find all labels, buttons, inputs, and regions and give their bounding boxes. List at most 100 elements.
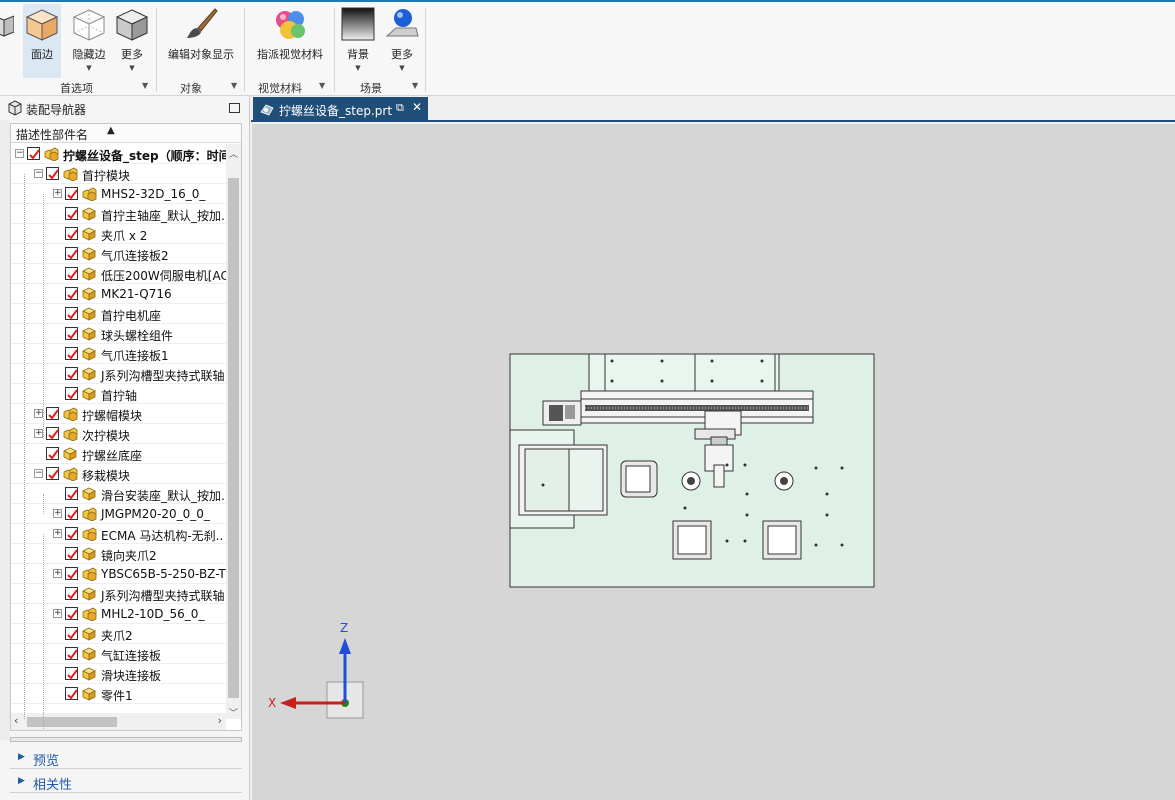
partial-left-button[interactable] — [0, 4, 15, 78]
assign-visual-material-button[interactable]: 指派视觉材料 — [252, 4, 328, 78]
group-label-preferences: 首选项 — [60, 82, 93, 95]
dropdown-arrow-icon[interactable]: ▼ — [340, 64, 376, 72]
dropdown-arrow-icon[interactable]: ▼ — [114, 64, 150, 72]
background-button[interactable]: 背景 ▼ — [340, 4, 376, 78]
assembly-navigator-icon — [8, 100, 22, 116]
scroll-up-icon[interactable]: ︿ — [229, 147, 238, 160]
visibility-checkbox[interactable] — [65, 607, 78, 620]
hidden-edge-label: 隐藏边 — [72, 48, 106, 61]
view-triad[interactable]: Z X — [266, 618, 376, 728]
visibility-checkbox[interactable] — [65, 307, 78, 320]
expand-plus-icon[interactable]: + — [53, 529, 62, 538]
visibility-checkbox[interactable] — [65, 247, 78, 260]
expand-plus-icon[interactable]: + — [53, 509, 62, 518]
visibility-checkbox[interactable] — [46, 167, 59, 180]
expand-plus-icon[interactable]: + — [34, 409, 43, 418]
sort-ascending-icon[interactable]: ▲ — [107, 125, 115, 136]
more-label: 更多 — [121, 48, 143, 61]
collapse-minus-icon[interactable]: − — [34, 169, 43, 178]
visibility-checkbox[interactable] — [65, 327, 78, 340]
visibility-checkbox[interactable] — [65, 627, 78, 640]
tree-row[interactable]: − 首拧模块 — [11, 164, 226, 184]
visibility-checkbox[interactable] — [27, 147, 40, 160]
document-tab-bar: 拧螺丝设备_step.prt ⧉ ✕ — [251, 96, 1175, 122]
visibility-checkbox[interactable] — [65, 187, 78, 200]
hidden-edge-button[interactable]: 隐藏边 ▼ — [68, 4, 110, 78]
collapse-minus-icon[interactable]: − — [34, 469, 43, 478]
visibility-checkbox[interactable] — [65, 507, 78, 520]
group-expand-icon[interactable]: ▼ — [319, 81, 325, 90]
more-scene-button[interactable]: 更多 ▼ — [384, 4, 420, 78]
face-edge-button[interactable]: 面边 — [23, 4, 61, 78]
edit-object-display-button[interactable]: 编辑对象显示 — [164, 4, 238, 78]
tree-row-label: 拧螺帽模块 — [82, 409, 143, 423]
part-cube-icon — [82, 247, 97, 261]
scroll-down-icon[interactable]: ﹀ — [229, 706, 238, 719]
tree-guide-line — [43, 534, 44, 730]
group-expand-icon[interactable]: ▼ — [142, 81, 148, 90]
tree-row[interactable]: 拧螺丝底座 — [11, 444, 226, 464]
visibility-checkbox[interactable] — [65, 667, 78, 680]
shaded-cube-icon — [24, 6, 60, 42]
tree-row-label: 低压200W伺服电机[AC — [101, 269, 226, 283]
dependency-panel-label: 相关性 — [33, 778, 73, 793]
visibility-checkbox[interactable] — [65, 587, 78, 600]
tree-row-label: MHL2-10D_56_0_ — [101, 607, 205, 621]
expand-plus-icon[interactable]: + — [53, 569, 62, 578]
graphics-viewport[interactable]: Z X — [252, 124, 1175, 800]
visibility-checkbox[interactable] — [65, 487, 78, 500]
expand-plus-icon[interactable]: + — [53, 609, 62, 618]
visibility-checkbox[interactable] — [65, 547, 78, 560]
visibility-checkbox[interactable] — [65, 367, 78, 380]
visibility-checkbox[interactable] — [65, 207, 78, 220]
scene-sphere-icon — [384, 6, 420, 42]
maximize-icon[interactable] — [229, 103, 240, 113]
more-preferences-button[interactable]: 更多 ▼ — [114, 4, 150, 78]
dropdown-arrow-icon[interactable]: ▼ — [68, 64, 110, 72]
part-cube-icon — [82, 587, 97, 601]
assembly-cubes-icon — [82, 607, 97, 622]
tree-row-label: 零件1 — [101, 689, 133, 703]
expand-plus-icon[interactable]: + — [34, 429, 43, 438]
tree-row[interactable]: − 移栽模块 — [11, 464, 226, 484]
visibility-checkbox[interactable] — [65, 387, 78, 400]
visibility-checkbox[interactable] — [46, 467, 59, 480]
tree-row[interactable]: − 拧螺丝设备_step（顺序：时间 — [11, 144, 226, 164]
wireframe-cube-icon — [71, 6, 107, 42]
visibility-checkbox[interactable] — [46, 447, 59, 460]
visibility-checkbox[interactable] — [46, 407, 59, 420]
group-label-object: 对象 — [180, 82, 202, 95]
visibility-checkbox[interactable] — [65, 687, 78, 700]
group-expand-icon[interactable]: ▼ — [412, 81, 418, 90]
vertical-scroll-thumb[interactable] — [228, 178, 239, 698]
more-scene-label: 更多 — [391, 48, 413, 61]
expand-plus-icon[interactable]: + — [53, 189, 62, 198]
visibility-checkbox[interactable] — [65, 527, 78, 540]
part-cube-icon — [82, 307, 97, 321]
visibility-checkbox[interactable] — [65, 227, 78, 240]
preview-panel[interactable]: ▶ 预览 — [10, 747, 242, 769]
group-expand-icon[interactable]: ▼ — [231, 81, 237, 90]
tree-row-label: YBSC65B-5-250-BZ-T — [101, 567, 226, 581]
tree-row-label: 首拧轴 — [101, 389, 138, 403]
assembly-model-top-view[interactable] — [509, 353, 877, 591]
scroll-left-icon[interactable]: ‹ — [14, 714, 18, 727]
dependency-panel[interactable]: ▶ 相关性 — [10, 771, 242, 793]
close-tab-icon[interactable]: ✕ — [412, 100, 422, 114]
visibility-checkbox[interactable] — [65, 347, 78, 360]
visibility-checkbox[interactable] — [65, 567, 78, 580]
column-header[interactable]: 描述性部件名 ▲ — [11, 124, 241, 143]
tree-row-label: 气缸连接板 — [101, 649, 162, 663]
visibility-checkbox[interactable] — [65, 287, 78, 300]
visibility-checkbox[interactable] — [65, 647, 78, 660]
visibility-checkbox[interactable] — [65, 267, 78, 280]
collapse-minus-icon[interactable]: − — [15, 149, 24, 158]
panel-splitter[interactable] — [10, 737, 242, 742]
dropdown-arrow-icon[interactable]: ▼ — [384, 64, 420, 72]
scroll-right-icon[interactable]: › — [218, 714, 222, 727]
visibility-checkbox[interactable] — [46, 427, 59, 440]
document-tab[interactable]: 拧螺丝设备_step.prt ⧉ ✕ — [253, 97, 428, 122]
horizontal-scroll-thumb[interactable] — [27, 717, 117, 727]
vertical-scrollbar[interactable]: ︿ ﹀ — [226, 144, 241, 719]
popout-icon[interactable]: ⧉ — [396, 101, 404, 115]
